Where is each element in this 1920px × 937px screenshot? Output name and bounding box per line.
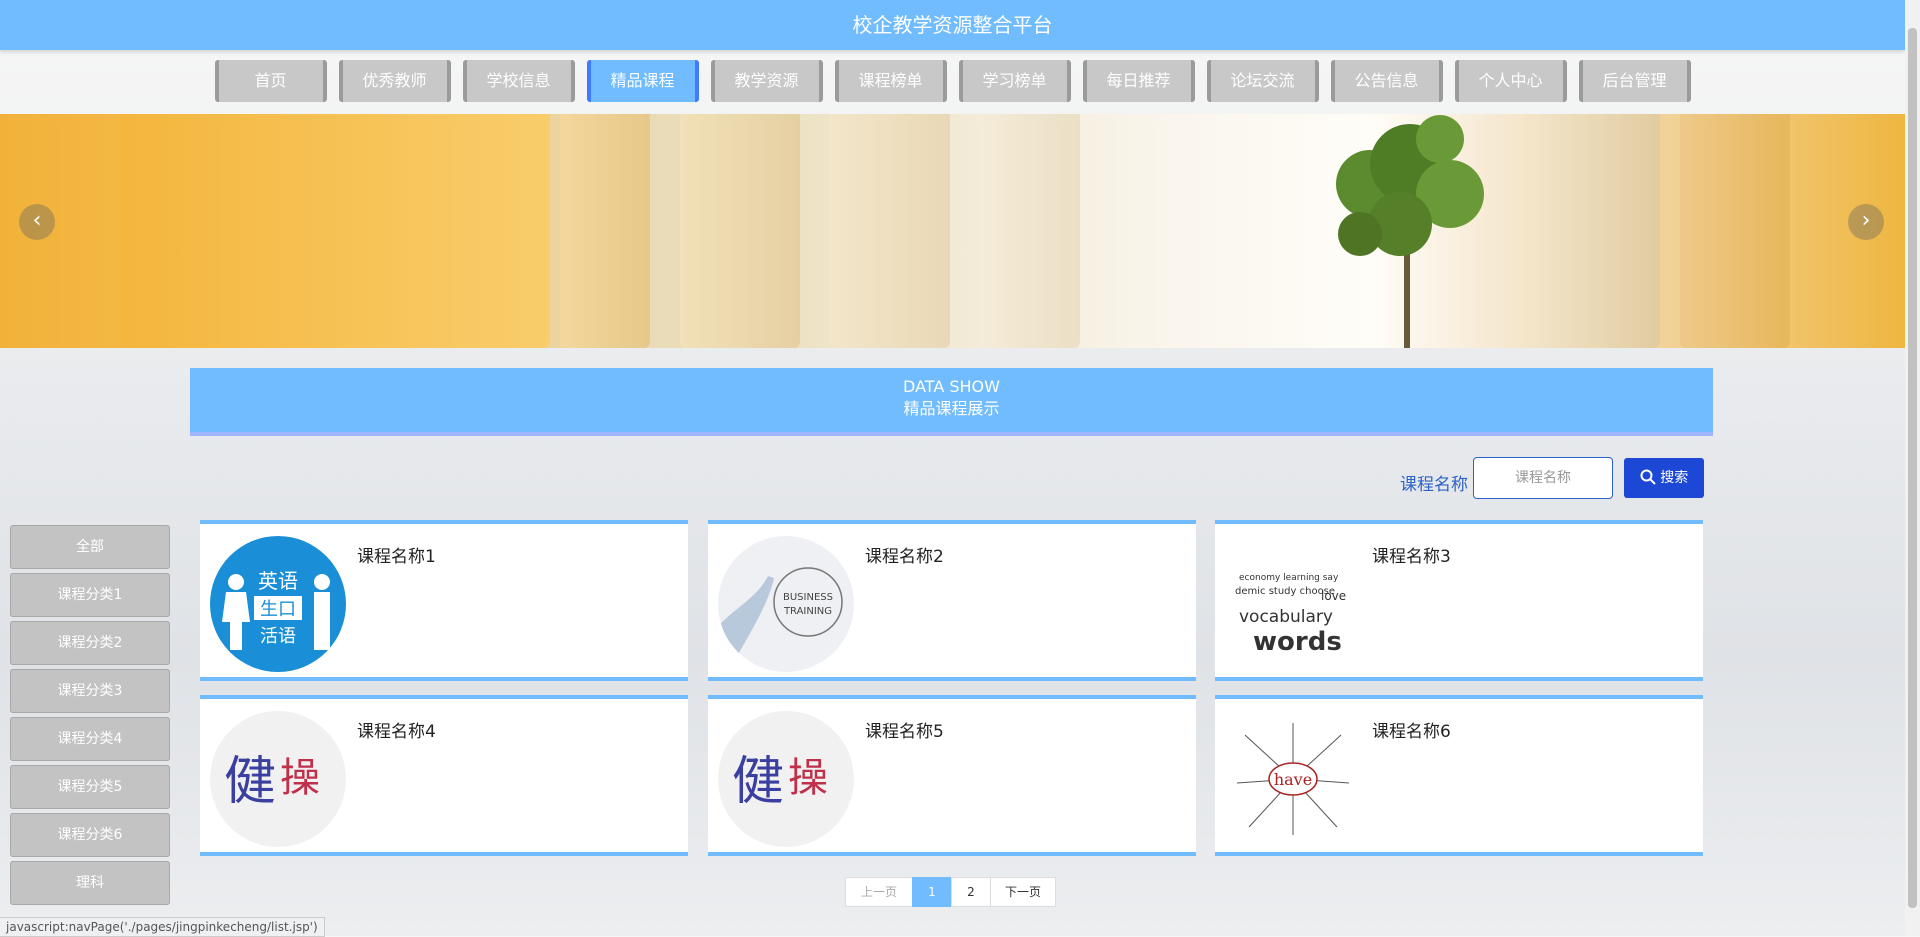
pagination: 上一页 1 2 下一页 (845, 877, 1056, 907)
svg-text:BUSINESS: BUSINESS (783, 592, 833, 603)
nav-item-courses[interactable]: 精品课程 (586, 60, 699, 102)
search-button[interactable]: 搜索 (1624, 458, 1704, 498)
nav-item-profile[interactable]: 个人中心 (1454, 60, 1567, 102)
search-button-label: 搜索 (1660, 470, 1689, 486)
course-card[interactable]: have 课程名称6 (1215, 695, 1703, 856)
banner-next-button[interactable]: › (1848, 204, 1884, 240)
svg-text:have: have (1274, 770, 1312, 789)
course-card[interactable]: 英语 生口 活语 课程名称1 (200, 520, 688, 681)
category-3[interactable]: 课程分类3 (10, 669, 170, 713)
nav-item-daily[interactable]: 每日推荐 (1082, 60, 1195, 102)
chevron-left-icon: ‹ (32, 208, 42, 233)
category-sidebar: 全部 课程分类1 课程分类2 课程分类3 课程分类4 课程分类5 课程分类6 理… (10, 525, 170, 909)
fitness-calligraphy-icon: 健 操 (718, 711, 854, 847)
svg-text:英语: 英语 (258, 569, 298, 593)
search-label: 课程名称 (1400, 475, 1468, 495)
pagination-next[interactable]: 下一页 (990, 877, 1056, 907)
svg-text:健: 健 (224, 752, 276, 812)
category-science[interactable]: 理科 (10, 861, 170, 905)
pagination-page[interactable]: 2 (951, 877, 991, 907)
course-card[interactable]: 健 操 课程名称4 (200, 695, 688, 856)
banner-panel (1540, 114, 1660, 348)
category-5[interactable]: 课程分类5 (10, 765, 170, 809)
scrollbar-thumb[interactable] (1908, 28, 1917, 908)
banner-prev-button[interactable]: ‹ (19, 204, 55, 240)
pagination-page[interactable]: 1 (912, 877, 952, 907)
category-2[interactable]: 课程分类2 (10, 621, 170, 665)
english-oral-icon: 英语 生口 活语 (222, 569, 330, 650)
banner-panel (980, 114, 1080, 348)
svg-text:健: 健 (732, 752, 784, 812)
category-1[interactable]: 课程分类1 (10, 573, 170, 617)
fitness-calligraphy-icon: 健 操 (224, 752, 320, 812)
nav-item-school-info[interactable]: 学校信息 (462, 60, 575, 102)
category-6[interactable]: 课程分类6 (10, 813, 170, 857)
banner-carousel[interactable]: ‹ › (0, 114, 1905, 348)
nav-item-forum[interactable]: 论坛交流 (1206, 60, 1319, 102)
course-title[interactable]: 课程名称5 (865, 717, 944, 742)
english-oral-icon: 英语 生口 活语 (210, 536, 346, 672)
nav-item-admin[interactable]: 后台管理 (1578, 60, 1691, 102)
svg-text:操: 操 (788, 755, 828, 801)
course-card[interactable]: economy learning say demic study choose … (1215, 520, 1703, 681)
course-title[interactable]: 课程名称4 (357, 717, 436, 742)
nav-item-notices[interactable]: 公告信息 (1330, 60, 1443, 102)
svg-text:economy learning say: economy learning say (1239, 573, 1339, 583)
page-scrollbar[interactable] (1905, 0, 1920, 936)
svg-text:words: words (1253, 627, 1342, 657)
course-title[interactable]: 课程名称6 (1372, 717, 1451, 742)
nav-item-resources[interactable]: 教学资源 (710, 60, 823, 102)
banner-panel (560, 114, 650, 348)
svg-text:vocabulary: vocabulary (1239, 607, 1333, 627)
nav-item-study-ranking[interactable]: 学习榜单 (958, 60, 1071, 102)
course-card[interactable]: BUSINESS TRAINING 课程名称2 (708, 520, 1196, 681)
course-title[interactable]: 课程名称3 (1372, 542, 1451, 567)
category-4[interactable]: 课程分类4 (10, 717, 170, 761)
search-icon (1640, 469, 1656, 485)
have-mindmap-icon: have (1236, 723, 1350, 835)
section-header: DATA SHOW 精品课程展示 (190, 368, 1713, 436)
course-card[interactable]: 健 操 课程名称5 (708, 695, 1196, 856)
plant-image (1336, 115, 1484, 348)
course-title[interactable]: 课程名称2 (865, 542, 944, 567)
svg-text:操: 操 (280, 755, 320, 801)
svg-text:生口: 生口 (260, 599, 296, 620)
fitness-calligraphy-icon: 健 操 (732, 752, 828, 812)
section-title-en: DATA SHOW (903, 377, 1000, 396)
have-mindmap-icon: have (1225, 711, 1361, 847)
category-all[interactable]: 全部 (10, 525, 170, 569)
search-input[interactable] (1473, 457, 1613, 499)
nav-item-teachers[interactable]: 优秀教师 (338, 60, 451, 102)
section-title-cn: 精品课程展示 (903, 399, 1000, 418)
nav-item-course-ranking[interactable]: 课程榜单 (834, 60, 947, 102)
banner-panel (120, 114, 550, 348)
site-title: 校企教学资源整合平台 (852, 13, 1053, 37)
business-training-icon: BUSINESS TRAINING (718, 536, 854, 672)
svg-text:活语: 活语 (260, 626, 296, 647)
site-header: 校企教学资源整合平台 (0, 0, 1905, 50)
banner-panel (680, 114, 800, 348)
svg-text:TRAINING: TRAINING (783, 606, 832, 617)
browser-status-bar: javascript:navPage('./pages/jingpinkeche… (0, 917, 325, 937)
pagination-prev[interactable]: 上一页 (845, 877, 913, 907)
banner-panel (830, 114, 950, 348)
nav-item-home[interactable]: 首页 (214, 60, 327, 102)
main-nav: 首页 优秀教师 学校信息 精品课程 教学资源 课程榜单 学习榜单 每日推荐 论坛… (0, 60, 1905, 104)
vocabulary-word-cloud-icon: economy learning say demic study choose … (1235, 573, 1346, 657)
banner-panel (1680, 114, 1790, 348)
vocabulary-word-cloud-icon: economy learning say demic study choose … (1225, 536, 1361, 672)
course-title[interactable]: 课程名称1 (357, 542, 436, 567)
chevron-right-icon: › (1861, 208, 1871, 233)
fitness-calligraphy-icon: 健 操 (210, 711, 346, 847)
business-training-icon: BUSINESS TRAINING (718, 567, 843, 672)
svg-text:love: love (1321, 589, 1346, 603)
